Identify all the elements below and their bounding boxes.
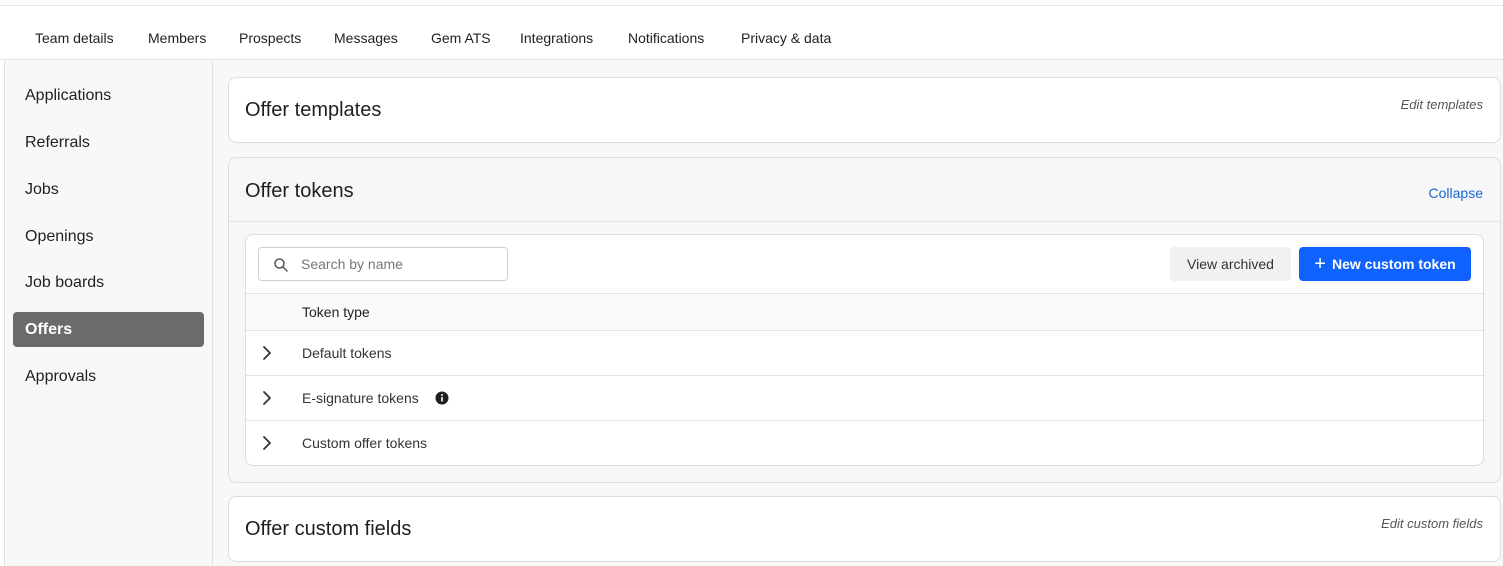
column-header-token-type: Token type [302,304,370,320]
sidebar-item-openings[interactable]: Openings [13,219,204,254]
new-custom-token-label: New custom token [1331,256,1456,272]
chevron-right-icon[interactable] [260,390,274,406]
row-label: Default tokens [302,345,392,361]
chevron-right-icon[interactable] [260,435,274,451]
sidebar-item-offers[interactable]: Offers [13,312,204,347]
tab-team-details[interactable]: Team details [35,30,114,46]
offer-tokens-title: Offer tokens [245,180,354,202]
row-label: Custom offer tokens [302,435,428,451]
tab-messages[interactable]: Messages [334,30,398,46]
search-input[interactable] [301,248,501,280]
sidebar-item-applications[interactable]: Applications [13,78,204,113]
table-header: Token type [246,293,1483,331]
edit-custom-fields-link[interactable]: Edit custom fields [1381,516,1483,531]
edit-templates-link[interactable]: Edit templates [1401,97,1483,112]
search-icon [274,258,288,272]
tab-integrations[interactable]: Integrations [520,30,593,46]
new-custom-token-button[interactable]: + New custom token [1299,247,1471,281]
collapse-link[interactable]: Collapse [1429,185,1483,201]
offer-custom-fields-title: Offer custom fields [245,518,412,540]
card-header-divider [229,221,1500,222]
sidebar-item-approvals[interactable]: Approvals [13,359,204,394]
sidebar-item-jobs[interactable]: Jobs [13,172,204,207]
sidebar-item-job-boards[interactable]: Job boards [13,265,204,300]
sidebar-item-referrals[interactable]: Referrals [13,125,204,160]
offer-templates-card: Offer templates Edit templates [228,77,1501,143]
table-row-custom-offer-tokens[interactable]: Custom offer tokens [246,421,1483,465]
table-row-e-signature-tokens[interactable]: E-signature tokens [246,376,1483,421]
offer-tokens-card: Offer tokens Collapse View archived + Ne… [228,157,1501,483]
plus-icon: + [1314,253,1326,275]
main-content: Offer templates Edit templates Offer tok… [213,60,1503,566]
table-row-default-tokens[interactable]: Default tokens [246,331,1483,376]
row-label: E-signature tokens [302,390,419,406]
tab-prospects[interactable]: Prospects [239,30,301,46]
settings-top-nav: Team details Members Prospects Messages … [0,20,1503,60]
offer-custom-fields-card: Offer custom fields Edit custom fields [228,496,1501,562]
search-box [258,247,508,281]
chevron-right-icon[interactable] [260,345,274,361]
top-divider [0,5,1503,6]
offer-templates-title: Offer templates [245,99,382,121]
tab-notifications[interactable]: Notifications [628,30,704,46]
tab-privacy-data[interactable]: Privacy & data [741,30,831,46]
tokens-panel: View archived + New custom token Token t… [245,234,1484,466]
tab-gem-ats[interactable]: Gem ATS [431,30,491,46]
sidebar: Applications Referrals Jobs Openings Job… [5,60,213,566]
info-icon[interactable] [435,391,449,405]
tab-members[interactable]: Members [148,30,206,46]
view-archived-button[interactable]: View archived [1170,247,1291,281]
